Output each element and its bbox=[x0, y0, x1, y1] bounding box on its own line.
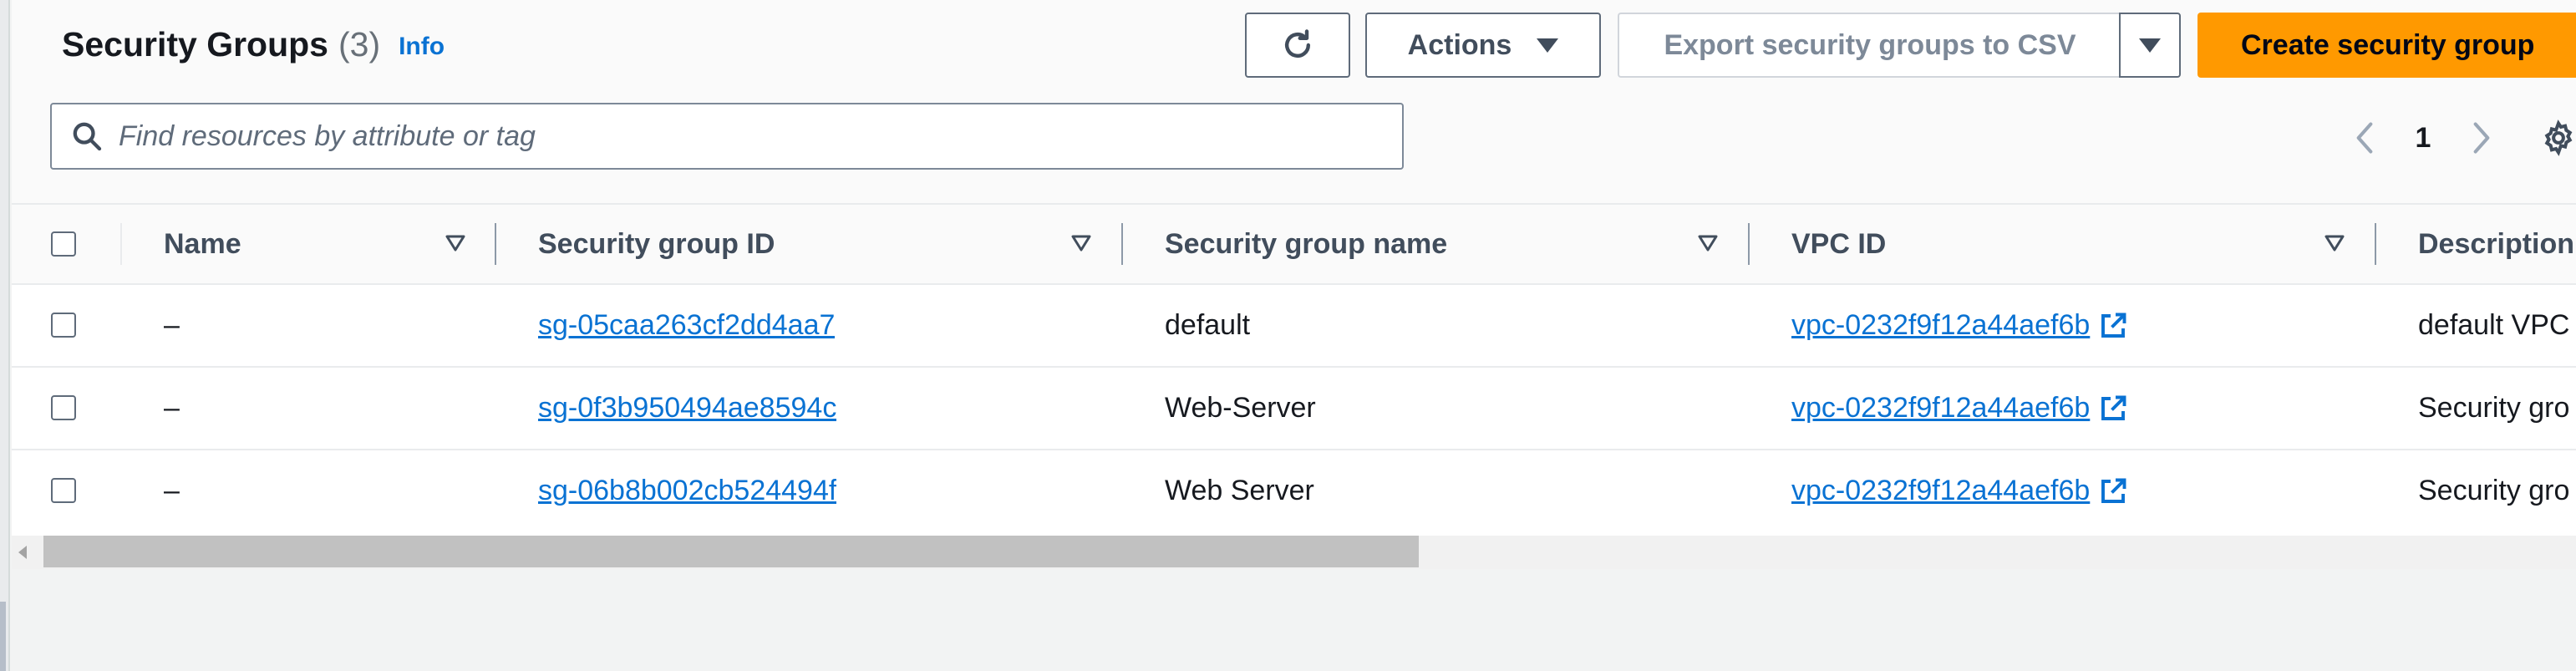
sort-caret-icon[interactable] bbox=[439, 226, 472, 260]
chevron-left-icon bbox=[2356, 122, 2373, 154]
table-row[interactable]: – sg-05caa263cf2dd4aa7 default vpc-0232f… bbox=[12, 285, 2576, 368]
security-group-id-link[interactable]: sg-0f3b950494ae8594c bbox=[538, 392, 836, 424]
cell-security-group-name: Web-Server bbox=[1165, 392, 1316, 424]
search-input[interactable] bbox=[117, 119, 1374, 154]
column-resizer[interactable] bbox=[1748, 223, 1750, 265]
export-dropdown-button[interactable] bbox=[2119, 13, 2181, 78]
cell-name: – bbox=[164, 309, 180, 341]
vpc-id-link[interactable]: vpc-0232f9f12a44aef6b bbox=[1791, 475, 2090, 507]
actions-button[interactable]: Actions bbox=[1365, 13, 1601, 78]
security-group-id-link[interactable]: sg-05caa263cf2dd4aa7 bbox=[538, 309, 835, 342]
scroll-left-arrow-icon[interactable] bbox=[18, 546, 27, 559]
next-page-button[interactable] bbox=[2465, 117, 2498, 159]
sort-caret-icon[interactable] bbox=[2318, 226, 2351, 260]
refresh-button[interactable] bbox=[1245, 13, 1350, 78]
column-header-vpc-id-label: VPC ID bbox=[1791, 227, 1887, 260]
caret-down-icon bbox=[1537, 38, 1559, 53]
row-checkbox[interactable] bbox=[51, 395, 76, 420]
column-header-vpc-id[interactable]: VPC ID bbox=[1791, 205, 1886, 283]
table-header-row: Name Security group ID Security group na… bbox=[12, 205, 2576, 285]
create-security-group-button[interactable]: Create security group bbox=[2197, 13, 2576, 78]
search-field[interactable] bbox=[50, 103, 1404, 170]
cell-vpc-id: vpc-0232f9f12a44aef6b bbox=[1791, 450, 2128, 531]
cell-name: – bbox=[164, 475, 180, 506]
page-title: Security Groups (3) Info bbox=[62, 15, 445, 74]
table-row[interactable]: – sg-06b8b002cb524494f Web Server vpc-02… bbox=[12, 450, 2576, 533]
cell-security-group-id: sg-0f3b950494ae8594c bbox=[538, 368, 836, 449]
column-header-description-label: Description bbox=[2418, 227, 2575, 260]
column-header-description[interactable]: Description bbox=[2418, 205, 2576, 283]
cell-description: Security gro bbox=[2418, 392, 2570, 424]
export-csv-button[interactable]: Export security groups to CSV bbox=[1618, 13, 2121, 78]
search-icon bbox=[69, 118, 105, 155]
external-link-icon[interactable] bbox=[2098, 311, 2128, 341]
caret-down-icon bbox=[2139, 38, 2161, 53]
cell-vpc-id: vpc-0232f9f12a44aef6b bbox=[1791, 368, 2128, 449]
select-all-checkbox[interactable] bbox=[51, 231, 76, 257]
refresh-icon bbox=[1284, 29, 1311, 58]
horizontal-scrollbar[interactable] bbox=[12, 536, 2576, 569]
column-resizer[interactable] bbox=[495, 223, 496, 265]
column-resizer[interactable] bbox=[2375, 223, 2376, 265]
left-panel-edge bbox=[0, 0, 10, 671]
cell-vpc-id: vpc-0232f9f12a44aef6b bbox=[1791, 285, 2128, 366]
page-title-text: Security Groups bbox=[62, 24, 328, 64]
export-csv-label: Export security groups to CSV bbox=[1664, 28, 2076, 61]
column-header-security-group-id[interactable]: Security group ID bbox=[538, 205, 775, 283]
page-number[interactable]: 1 bbox=[2406, 117, 2440, 159]
security-groups-page: Security Groups (3) Info Actions Export … bbox=[0, 0, 2576, 671]
cell-security-group-id: sg-06b8b002cb524494f bbox=[538, 450, 836, 531]
column-header-security-group-name-label: Security group name bbox=[1165, 227, 1448, 260]
preferences-button[interactable] bbox=[2540, 117, 2576, 159]
cell-description: Security gro bbox=[2418, 475, 2570, 506]
column-header-name-label: Name bbox=[164, 227, 241, 260]
scrollbar-thumb[interactable] bbox=[43, 536, 1419, 567]
cell-security-group-name: default bbox=[1165, 309, 1251, 341]
table-row[interactable]: – sg-0f3b950494ae8594c Web-Server vpc-02… bbox=[12, 368, 2576, 450]
sort-caret-icon[interactable] bbox=[1691, 226, 1725, 260]
vpc-id-link[interactable]: vpc-0232f9f12a44aef6b bbox=[1791, 309, 2090, 342]
gear-icon bbox=[2544, 119, 2573, 156]
cell-name: – bbox=[164, 392, 180, 424]
panel-notch bbox=[0, 602, 6, 671]
chevron-right-icon bbox=[2473, 122, 2490, 154]
resource-count: (3) bbox=[338, 24, 381, 64]
external-link-icon[interactable] bbox=[2098, 476, 2128, 506]
row-checkbox[interactable] bbox=[51, 478, 76, 503]
security-groups-table: Name Security group ID Security group na… bbox=[12, 205, 2576, 536]
cell-security-group-name: Web Server bbox=[1165, 475, 1314, 506]
row-checkbox[interactable] bbox=[51, 313, 76, 338]
info-link[interactable]: Info bbox=[399, 33, 445, 61]
sort-caret-icon[interactable] bbox=[1064, 226, 1098, 260]
column-header-name[interactable]: Name bbox=[164, 205, 241, 283]
external-link-icon[interactable] bbox=[2098, 394, 2128, 424]
table-header-area: Security Groups (3) Info Actions Export … bbox=[12, 0, 2576, 205]
vpc-id-link[interactable]: vpc-0232f9f12a44aef6b bbox=[1791, 392, 2090, 424]
actions-button-label: Actions bbox=[1407, 28, 1512, 61]
cell-security-group-id: sg-05caa263cf2dd4aa7 bbox=[538, 285, 835, 366]
column-header-security-group-name[interactable]: Security group name bbox=[1165, 205, 1447, 283]
create-security-group-label: Create security group bbox=[2241, 28, 2535, 61]
column-divider bbox=[120, 223, 122, 265]
cell-description: default VPC bbox=[2418, 309, 2570, 341]
column-header-security-group-id-label: Security group ID bbox=[538, 227, 775, 260]
previous-page-button[interactable] bbox=[2348, 117, 2381, 159]
security-group-id-link[interactable]: sg-06b8b002cb524494f bbox=[538, 475, 836, 507]
column-resizer[interactable] bbox=[1121, 223, 1123, 265]
